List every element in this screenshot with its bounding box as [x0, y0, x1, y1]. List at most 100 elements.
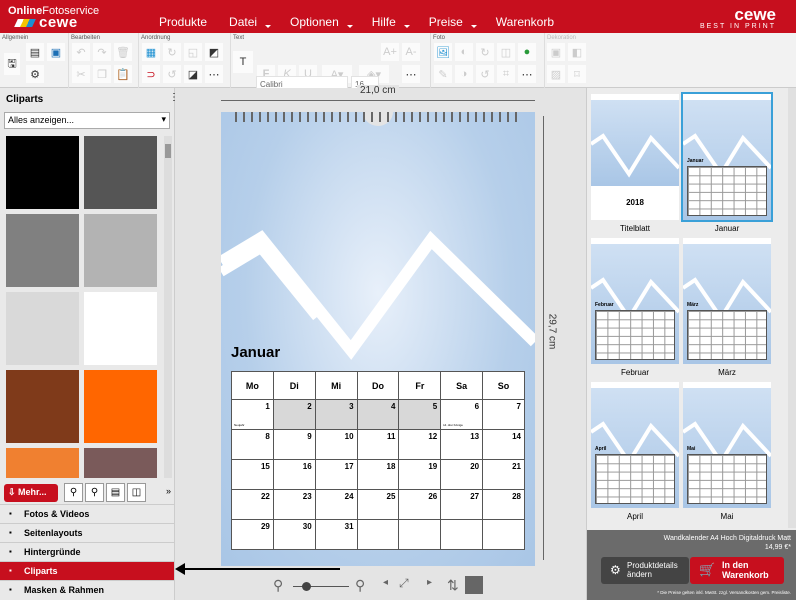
preview-toggle-icon[interactable] [465, 576, 483, 594]
nav-item-photo[interactable]: ▪ Fotos & Videos [0, 504, 174, 523]
menu-datei[interactable]: Datei [229, 15, 272, 29]
day-cell[interactable]: 13 [440, 429, 484, 460]
day-cell[interactable] [398, 519, 442, 550]
clipart-swatch[interactable] [6, 370, 79, 443]
day-cell[interactable]: 4 [356, 399, 400, 430]
day-cell[interactable]: 15 [231, 459, 274, 490]
arrange-icon[interactable]: ◱ [184, 43, 202, 61]
clipart-swatch[interactable] [6, 136, 79, 209]
decoration-crop-icon[interactable]: ⌑ [568, 65, 586, 83]
day-cell[interactable]: 11 [356, 429, 400, 460]
day-cell[interactable]: 26 [398, 489, 442, 520]
day-cell[interactable] [440, 519, 484, 550]
day-cell[interactable]: 1 Neujahr [231, 399, 274, 430]
menu-hilfe[interactable]: Hilfe [372, 15, 410, 29]
page-thumbnail[interactable]: Mai [683, 382, 771, 508]
page-thumbnail[interactable]: 2018 [591, 94, 679, 220]
photo-pencil-icon[interactable]: ✎ [434, 65, 452, 83]
photo-rotate-left-icon[interactable]: ↺ [476, 65, 494, 83]
nav-item-mask[interactable]: ▪ Masken & Rahmen [0, 580, 174, 599]
add-text-icon[interactable]: T [233, 51, 253, 73]
page-thumbnail[interactable]: Januar [681, 92, 773, 222]
product-details-button[interactable]: ⚙ Produktdetails ändern [601, 557, 689, 584]
zoom-out-icon[interactable]: ⚲ [273, 577, 283, 594]
clipart-swatch[interactable] [84, 370, 157, 443]
menu-optionen[interactable]: Optionen [290, 15, 353, 29]
day-cell[interactable]: 21 [482, 459, 525, 490]
day-cell[interactable]: 7 [482, 399, 525, 430]
day-cell[interactable]: 18 [356, 459, 400, 490]
day-cell[interactable]: 25 [356, 489, 400, 520]
page-thumbnail[interactable]: April [591, 382, 679, 508]
rotate-right-icon[interactable]: ↺ [163, 65, 181, 83]
more-icon[interactable]: ⋯ [518, 65, 536, 83]
swap-pages-icon[interactable]: ⇅ [447, 577, 459, 594]
export-icon[interactable]: ▣ [47, 43, 65, 61]
zoom-in-icon[interactable]: ⚲ [355, 577, 365, 594]
decoration-image-icon[interactable]: ▣ [547, 43, 565, 61]
zoom-slider-handle[interactable] [302, 582, 311, 591]
rotate-icon[interactable]: ↻ [163, 43, 181, 61]
menu-warenkorb[interactable]: Warenkorb [496, 15, 554, 29]
day-cell[interactable]: 16 [272, 459, 316, 490]
nav-item-background[interactable]: ▪ Hintergründe [0, 542, 174, 561]
day-cell[interactable]: 31 [314, 519, 358, 550]
print-view-icon[interactable]: ▤ [106, 483, 125, 502]
fit-screen-icon[interactable]: ⤢ [399, 576, 409, 591]
project-icon[interactable]: ▤ [26, 43, 44, 61]
magnet-icon[interactable]: ⊃ [142, 65, 160, 83]
zoom-in-thumbs-icon[interactable]: ⚲ [85, 483, 104, 502]
day-cell[interactable]: 3 [314, 399, 358, 430]
save-icon[interactable]: 🖫 [4, 53, 20, 75]
day-cell[interactable]: 19 [398, 459, 442, 490]
layer-icon[interactable]: ◩ [205, 43, 223, 61]
day-cell[interactable] [356, 519, 400, 550]
day-cell[interactable]: 12 [398, 429, 442, 460]
day-cell[interactable]: 10 [314, 429, 358, 460]
day-cell[interactable]: 24 [314, 489, 358, 520]
more-button[interactable]: ⇩ Mehr... [4, 484, 58, 502]
menu-preise[interactable]: Preise [429, 15, 477, 29]
clipart-swatch[interactable] [84, 292, 157, 365]
day-cell[interactable]: 28 [482, 489, 525, 520]
overview-scrollbar[interactable] [788, 88, 796, 528]
expand-icon[interactable]: » [166, 486, 171, 496]
day-cell[interactable]: 6 Hl. drei Könige [440, 399, 484, 430]
day-cell[interactable]: 17 [314, 459, 358, 490]
day-cell[interactable]: 29 [231, 519, 274, 550]
more-icon[interactable]: ⋯ [205, 65, 223, 83]
day-cell[interactable]: 5 [398, 399, 442, 430]
day-cell[interactable]: 14 [482, 429, 525, 460]
page-thumbnail[interactable]: Februar [591, 238, 679, 364]
clipart-scrollbar[interactable] [164, 136, 172, 478]
clipart-swatch[interactable] [84, 136, 157, 209]
clipart-swatch[interactable] [6, 448, 79, 478]
settings-gear-icon[interactable]: ⚙ [26, 65, 44, 83]
day-cell[interactable]: 20 [440, 459, 484, 490]
copy-icon[interactable]: ❐ [93, 65, 111, 83]
editor-canvas[interactable]: 21,0 cm 29,7 cm Januar Mo Di Mi Do Fr Sa So 1 Ne… [175, 85, 586, 600]
photo-crop-icon[interactable]: ⌗ [497, 65, 515, 83]
prev-page-icon[interactable]: ◂ [383, 577, 388, 588]
day-cell[interactable]: 8 [231, 429, 274, 460]
decoration-frame-icon[interactable]: ▨ [547, 65, 565, 83]
photo-add-icon[interactable]: ◑ [455, 65, 473, 83]
split-view-icon[interactable]: ◫ [127, 483, 146, 502]
clipart-swatch[interactable] [6, 292, 79, 365]
menu-produkte[interactable]: Produkte [159, 15, 207, 29]
clipart-filter-select[interactable]: Alles anzeigen... [4, 112, 170, 129]
day-cell[interactable]: 27 [440, 489, 484, 520]
redo-icon[interactable]: ↷ [93, 43, 111, 61]
paste-icon[interactable]: 📋 [114, 65, 132, 83]
day-cell[interactable]: 2 [272, 399, 316, 430]
font-shrink-icon[interactable]: A- [402, 43, 420, 61]
day-cell[interactable] [482, 519, 525, 550]
clipart-swatch[interactable] [6, 214, 79, 287]
calendar-page[interactable]: Januar Mo Di Mi Do Fr Sa So 1 Neujahr 2 3 4 5 6 Hl. dr… [221, 112, 535, 566]
day-cell[interactable]: 9 [272, 429, 316, 460]
red-eye-icon[interactable]: ● [518, 43, 536, 61]
decoration-layer-icon[interactable]: ◧ [568, 43, 586, 61]
more-icon[interactable]: ⋯ [402, 65, 420, 83]
page-thumbnail[interactable]: März [683, 238, 771, 364]
clipart-swatch[interactable] [84, 448, 157, 478]
